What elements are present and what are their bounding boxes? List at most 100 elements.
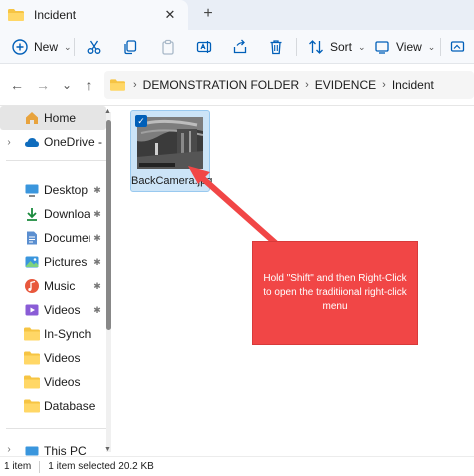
sort-button[interactable]: Sort ⌄ — [308, 37, 366, 57]
view-button[interactable]: View ⌄ — [374, 37, 435, 57]
sidebar-item-videos[interactable]: Videos ✱ — [0, 298, 106, 322]
folder-icon — [8, 9, 24, 21]
sidebar-item-videos-folder[interactable]: Videos — [0, 370, 106, 394]
navigation-pane: Home › OneDrive - Perso Desktop ✱ Downlo… — [0, 106, 116, 458]
up-button[interactable]: ↑ — [80, 76, 98, 94]
sort-chevron-icon: ⌄ — [358, 41, 366, 52]
folder-icon — [24, 351, 40, 365]
folder-icon — [24, 399, 40, 413]
status-bar: 1 item 1 item selected 20.2 KB — [0, 456, 474, 476]
new-chevron-icon: ⌄ — [64, 41, 72, 52]
share-icon — [233, 39, 247, 54]
cut-button[interactable] — [86, 37, 102, 57]
share-button[interactable] — [232, 37, 248, 57]
sidebar-item-label: Home — [44, 111, 77, 125]
pin-icon: ✱ — [93, 208, 101, 219]
breadcrumb-item[interactable]: DEMONSTRATION FOLDER — [143, 78, 299, 92]
folder-icon — [24, 327, 40, 341]
sidebar-item-label: Pictures — [44, 255, 88, 269]
paste-icon — [162, 39, 174, 55]
file-item-backcamera[interactable]: ✓ BackCamera.jpg — [130, 110, 213, 192]
breadcrumb-separator: › — [133, 79, 137, 91]
instruction-callout: Hold "Shift" and then Right-Click to ope… — [252, 241, 418, 345]
copy-icon — [124, 40, 137, 55]
scroll-down-arrow-icon[interactable]: ▼ — [104, 446, 111, 453]
sidebar-item-home[interactable]: Home — [0, 106, 106, 130]
sidebar-scrollbar-thumb[interactable] — [106, 120, 111, 330]
scissors-icon — [87, 40, 101, 54]
sidebar-item-label: Downloads — [44, 207, 90, 221]
desktop-icon — [25, 184, 39, 197]
command-bar: New ⌄ Sort ⌄ View ⌄ — [0, 30, 474, 64]
tab-title: Incident — [34, 8, 77, 22]
breadcrumb-item[interactable]: Incident — [392, 78, 434, 92]
toolbar-divider — [296, 38, 297, 56]
pin-icon: ✱ — [93, 184, 101, 195]
expand-chevron-icon[interactable]: › — [2, 137, 16, 148]
sidebar-item-label: Desktop — [44, 183, 89, 197]
sidebar-item-label: In-Synch — [44, 327, 92, 341]
pictures-icon — [25, 256, 39, 268]
cloud-icon — [25, 138, 39, 147]
toolbar-divider — [440, 38, 441, 56]
paste-button[interactable] — [160, 37, 176, 57]
sort-icon — [309, 40, 323, 54]
pin-icon: ✱ — [93, 280, 101, 291]
title-bar: Incident ✕ + — [0, 0, 474, 30]
sidebar-item-desktop[interactable]: Desktop ✱ — [0, 178, 106, 202]
sidebar-item-pictures[interactable]: Pictures ✱ — [0, 250, 106, 274]
sidebar-item-label: Documents — [44, 231, 90, 245]
videos-icon — [25, 304, 39, 316]
folder-icon — [24, 375, 40, 389]
delete-button[interactable] — [268, 37, 284, 57]
sidebar-item-label: Videos — [44, 375, 81, 389]
view-label: View — [396, 40, 422, 54]
set-background-button[interactable] — [450, 37, 466, 57]
status-divider — [39, 460, 41, 473]
trash-icon — [270, 40, 282, 55]
folder-icon — [110, 79, 125, 91]
breadcrumb-separator: › — [305, 79, 309, 91]
new-label: New — [34, 40, 59, 54]
address-bar[interactable]: › DEMONSTRATION FOLDER › EVIDENCE › Inci… — [104, 71, 474, 99]
rename-button[interactable] — [196, 37, 212, 57]
sidebar-item-onedrive[interactable]: › OneDrive - Perso — [0, 130, 106, 154]
expand-chevron-icon[interactable]: › — [2, 444, 16, 455]
new-tab-button[interactable]: + — [198, 4, 218, 24]
recent-locations-button[interactable]: ⌄ — [58, 76, 76, 94]
sidebar-divider — [6, 160, 106, 161]
sidebar-item-in-synch[interactable]: In-Synch — [0, 322, 106, 346]
sidebar-item-database[interactable]: Database — [0, 394, 106, 418]
view-icon — [375, 41, 389, 54]
copy-button[interactable] — [122, 37, 138, 57]
sidebar-item-downloads[interactable]: Downloads ✱ — [0, 202, 106, 226]
sidebar-item-label: Videos — [44, 303, 81, 317]
toolbar-divider — [74, 38, 75, 56]
back-button[interactable]: ← — [8, 76, 26, 94]
tab-incident[interactable]: Incident ✕ — [0, 0, 188, 30]
sidebar-divider — [6, 428, 106, 429]
home-icon — [26, 112, 38, 124]
download-icon — [27, 208, 37, 221]
sidebar-item-documents[interactable]: Documents ✱ — [0, 226, 106, 250]
sidebar-item-label: OneDrive - Perso — [44, 135, 106, 149]
pin-icon: ✱ — [93, 256, 101, 267]
selected-checkbox[interactable]: ✓ — [135, 115, 147, 127]
callout-text: Hold "Shift" and then Right-Click to ope… — [263, 273, 407, 312]
forward-button[interactable]: → — [34, 76, 52, 94]
close-tab-icon[interactable]: ✕ — [160, 7, 180, 23]
selection-info: 1 item selected 20.2 KB — [48, 461, 154, 472]
plus-circle-icon — [12, 39, 28, 55]
view-chevron-icon: ⌄ — [427, 41, 436, 52]
address-row: ← → ⌄ ↑ › DEMONSTRATION FOLDER › EVIDENC… — [0, 64, 474, 106]
documents-icon — [27, 231, 37, 245]
sidebar-item-label: Music — [44, 279, 76, 293]
breadcrumb-item[interactable]: EVIDENCE — [315, 78, 376, 92]
sort-label: Sort — [330, 40, 353, 54]
file-name-label: BackCamera.jpg — [131, 175, 213, 187]
new-button[interactable]: New ⌄ — [12, 37, 72, 57]
pin-icon: ✱ — [93, 304, 101, 315]
sidebar-item-music[interactable]: Music ✱ — [0, 274, 106, 298]
sidebar-item-videos-folder[interactable]: Videos — [0, 346, 106, 370]
scroll-up-arrow-icon[interactable]: ▲ — [104, 108, 111, 115]
